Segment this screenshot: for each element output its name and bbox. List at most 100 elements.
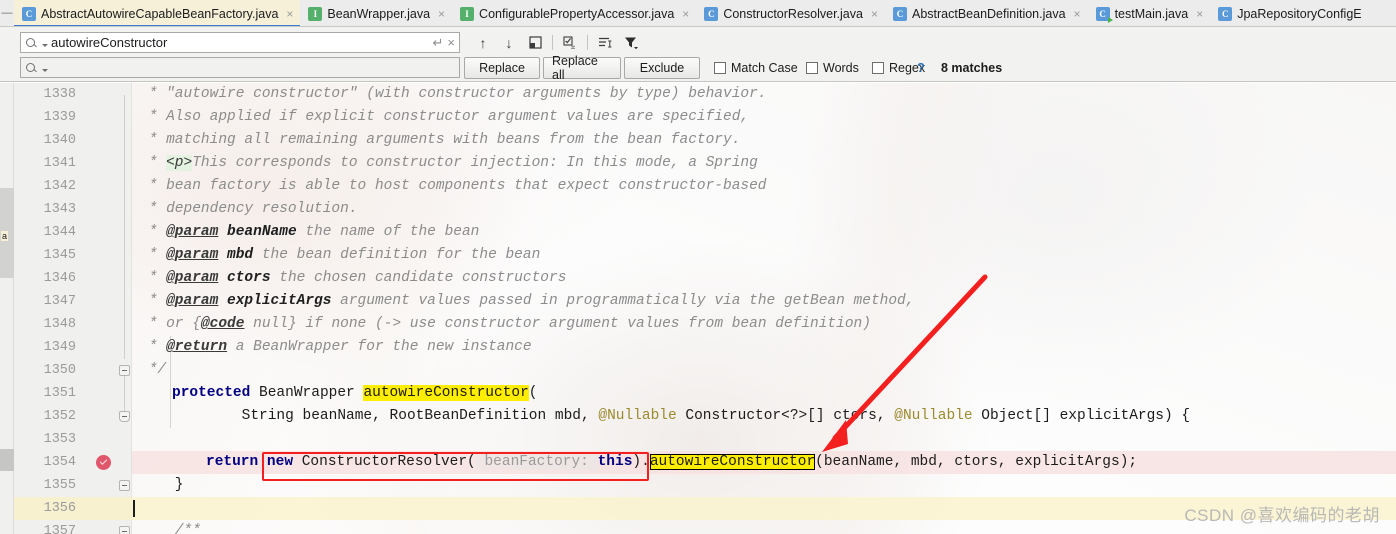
fold-collapse-icon[interactable] <box>119 526 130 534</box>
editor-tab-abstractautowirecapablebeanfactory[interactable]: C AbstractAutowireCapableBeanFactory.jav… <box>14 0 301 26</box>
fold-collapse-icon[interactable] <box>119 411 130 422</box>
multiline-toggle-icon[interactable]: ↵ <box>433 35 444 51</box>
replace-button[interactable]: Replace <box>464 57 540 79</box>
code-text: (beanName, mbd, ctors, explicitArgs); <box>815 454 1138 470</box>
code-line[interactable]: 1338 * "autowire constructor" (with cons… <box>0 83 1396 106</box>
javadoc-param-name: explicitArgs <box>218 293 332 309</box>
close-icon[interactable]: × <box>682 7 689 21</box>
code-line[interactable]: 1348 * or {@code null} if none (-> use c… <box>0 313 1396 336</box>
comment-text: * <box>140 247 167 263</box>
match-case-label: Match Case <box>731 61 798 75</box>
editor-tab-beanwrapper[interactable]: I BeanWrapper.java × <box>300 0 453 26</box>
keyword-return: return <box>206 454 259 470</box>
tab-label: JpaRepositoryConfigE <box>1237 6 1362 21</box>
comment-text: * <box>140 270 167 286</box>
exclude-button[interactable]: Exclude <box>624 57 700 79</box>
code-line[interactable]: 1343 * dependency resolution. <box>0 198 1396 221</box>
code-line[interactable]: 1345 * @param mbd the bean definition fo… <box>0 244 1396 267</box>
line-content: * bean factory is able to host component… <box>140 175 767 198</box>
java-class-icon: C <box>892 6 907 21</box>
search-input-value: autowireConstructor <box>51 35 168 50</box>
search-input[interactable]: autowireConstructor ↵ × <box>20 32 460 53</box>
line-content: protected BeanWrapper autowireConstructo… <box>172 382 537 405</box>
code-line[interactable]: 1355 } <box>0 474 1396 497</box>
close-icon[interactable]: × <box>438 7 445 21</box>
line-content: } <box>140 474 184 497</box>
javadoc-tag: @param <box>166 270 219 286</box>
comment-text: /** <box>140 523 201 534</box>
find-in-selection-glyph <box>563 36 575 49</box>
match-count-label: 8 matches <box>941 61 1003 75</box>
java-class-icon: C <box>704 6 719 21</box>
code-text: String beanName, RootBeanDefinition mbd, <box>172 408 599 424</box>
parameter-hint-beanfactory: beanFactory: <box>475 454 598 470</box>
line-content: * @param beanName the name of the bean <box>140 221 480 244</box>
close-icon[interactable]: × <box>1196 7 1203 21</box>
close-icon[interactable]: × <box>286 7 293 21</box>
select-all-occurrences-icon[interactable] <box>522 32 548 54</box>
close-icon[interactable]: × <box>871 7 878 21</box>
code-line[interactable]: 1353 <box>0 428 1396 451</box>
close-icon[interactable]: × <box>1074 7 1081 21</box>
line-number: 1355 <box>43 478 76 493</box>
code-line[interactable]: 1347 * @param explicitArgs argument valu… <box>0 290 1396 313</box>
editor-tab-testmain[interactable]: C testMain.java × <box>1087 0 1211 26</box>
find-next-icon[interactable]: ↓ <box>496 32 522 54</box>
javadoc-tag: @param <box>166 224 219 240</box>
comment-text: */ <box>140 362 167 378</box>
fold-collapse-icon[interactable] <box>119 365 130 376</box>
line-content: * dependency resolution. <box>140 198 358 221</box>
checkbox-box <box>872 62 884 74</box>
comment-text: the chosen candidate constructors <box>270 270 567 286</box>
filter-icon[interactable] <box>618 32 644 54</box>
keyword-new: new <box>266 454 294 470</box>
code-line[interactable]: 1341 * <p>This corresponds to constructo… <box>0 152 1396 175</box>
search-icon <box>25 36 39 50</box>
line-content: * @param explicitArgs argument values pa… <box>140 290 915 313</box>
editor-tab-configurablepropertyaccessor[interactable]: I ConfigurablePropertyAccessor.java × <box>452 0 697 26</box>
filter-scope-glyph <box>599 37 612 48</box>
code-line[interactable]: 1351 protected BeanWrapper autowireConst… <box>0 382 1396 405</box>
find-previous-icon[interactable]: ↑ <box>470 32 496 54</box>
code-line[interactable]: 1340 * matching all remaining arguments … <box>0 129 1396 152</box>
code-text: } <box>140 477 184 493</box>
code-line[interactable]: 1339 * Also applied if explicit construc… <box>0 106 1396 129</box>
editor-tab-abstractbeandefinition[interactable]: C AbstractBeanDefinition.java × <box>884 0 1088 26</box>
annotation-nullable: @Nullable <box>894 408 973 424</box>
tab-list-collapse-icon[interactable]: — <box>0 0 14 26</box>
filter-scope-icon[interactable] <box>592 32 618 54</box>
replace-search-icon <box>25 61 39 75</box>
breakpoint-icon[interactable] <box>96 455 111 470</box>
editor-tab-jparepositoryconfig[interactable]: C JpaRepositoryConfigE <box>1210 0 1369 26</box>
editor-tab-constructorresolver[interactable]: C ConstructorResolver.java × <box>696 0 885 26</box>
javadoc-html-tag: <p> <box>166 155 193 171</box>
find-in-selection-icon[interactable] <box>557 32 583 54</box>
code-line-with-breakpoint[interactable]: 1354 return new ConstructorResolver( bea… <box>0 451 1396 474</box>
line-content: /** <box>140 520 201 534</box>
line-content: return new ConstructorResolver( beanFact… <box>206 451 1137 474</box>
search-match-highlight-current: autowireConstructor <box>649 454 816 470</box>
code-line[interactable]: 1349 * @return a BeanWrapper for the new… <box>0 336 1396 359</box>
fold-collapse-icon[interactable] <box>119 480 130 491</box>
replace-all-button[interactable]: Replace all <box>543 54 621 82</box>
replace-input[interactable] <box>20 57 460 78</box>
code-line[interactable]: 1346 * @param ctors the chosen candidate… <box>0 267 1396 290</box>
line-content: * @return a BeanWrapper for the new inst… <box>140 336 532 359</box>
regex-help-icon[interactable]: ? <box>917 61 925 75</box>
replace-history-chevron-icon[interactable] <box>42 69 48 72</box>
code-line[interactable]: 1350 */ <box>0 359 1396 382</box>
javadoc-param-name: ctors <box>218 270 271 286</box>
match-case-checkbox[interactable]: Match Case <box>714 61 798 75</box>
words-checkbox[interactable]: Words <box>806 61 859 75</box>
line-content: * Also applied if explicit constructor a… <box>140 106 749 129</box>
code-line[interactable]: 1342 * bean factory is able to host comp… <box>0 175 1396 198</box>
code-editor[interactable]: a 1338 * "autowire constructor" (with co… <box>0 83 1396 534</box>
code-text: BeanWrapper <box>250 385 364 401</box>
code-line[interactable]: 1352 String beanName, RootBeanDefinition… <box>0 405 1396 428</box>
comment-text: the name of the bean <box>296 224 480 240</box>
clear-search-icon[interactable]: × <box>447 35 455 50</box>
code-line[interactable]: 1344 * @param beanName the name of the b… <box>0 221 1396 244</box>
tab-label: BeanWrapper.java <box>327 6 431 21</box>
search-history-chevron-icon[interactable] <box>42 44 48 47</box>
javadoc-tag: @code <box>200 316 245 332</box>
